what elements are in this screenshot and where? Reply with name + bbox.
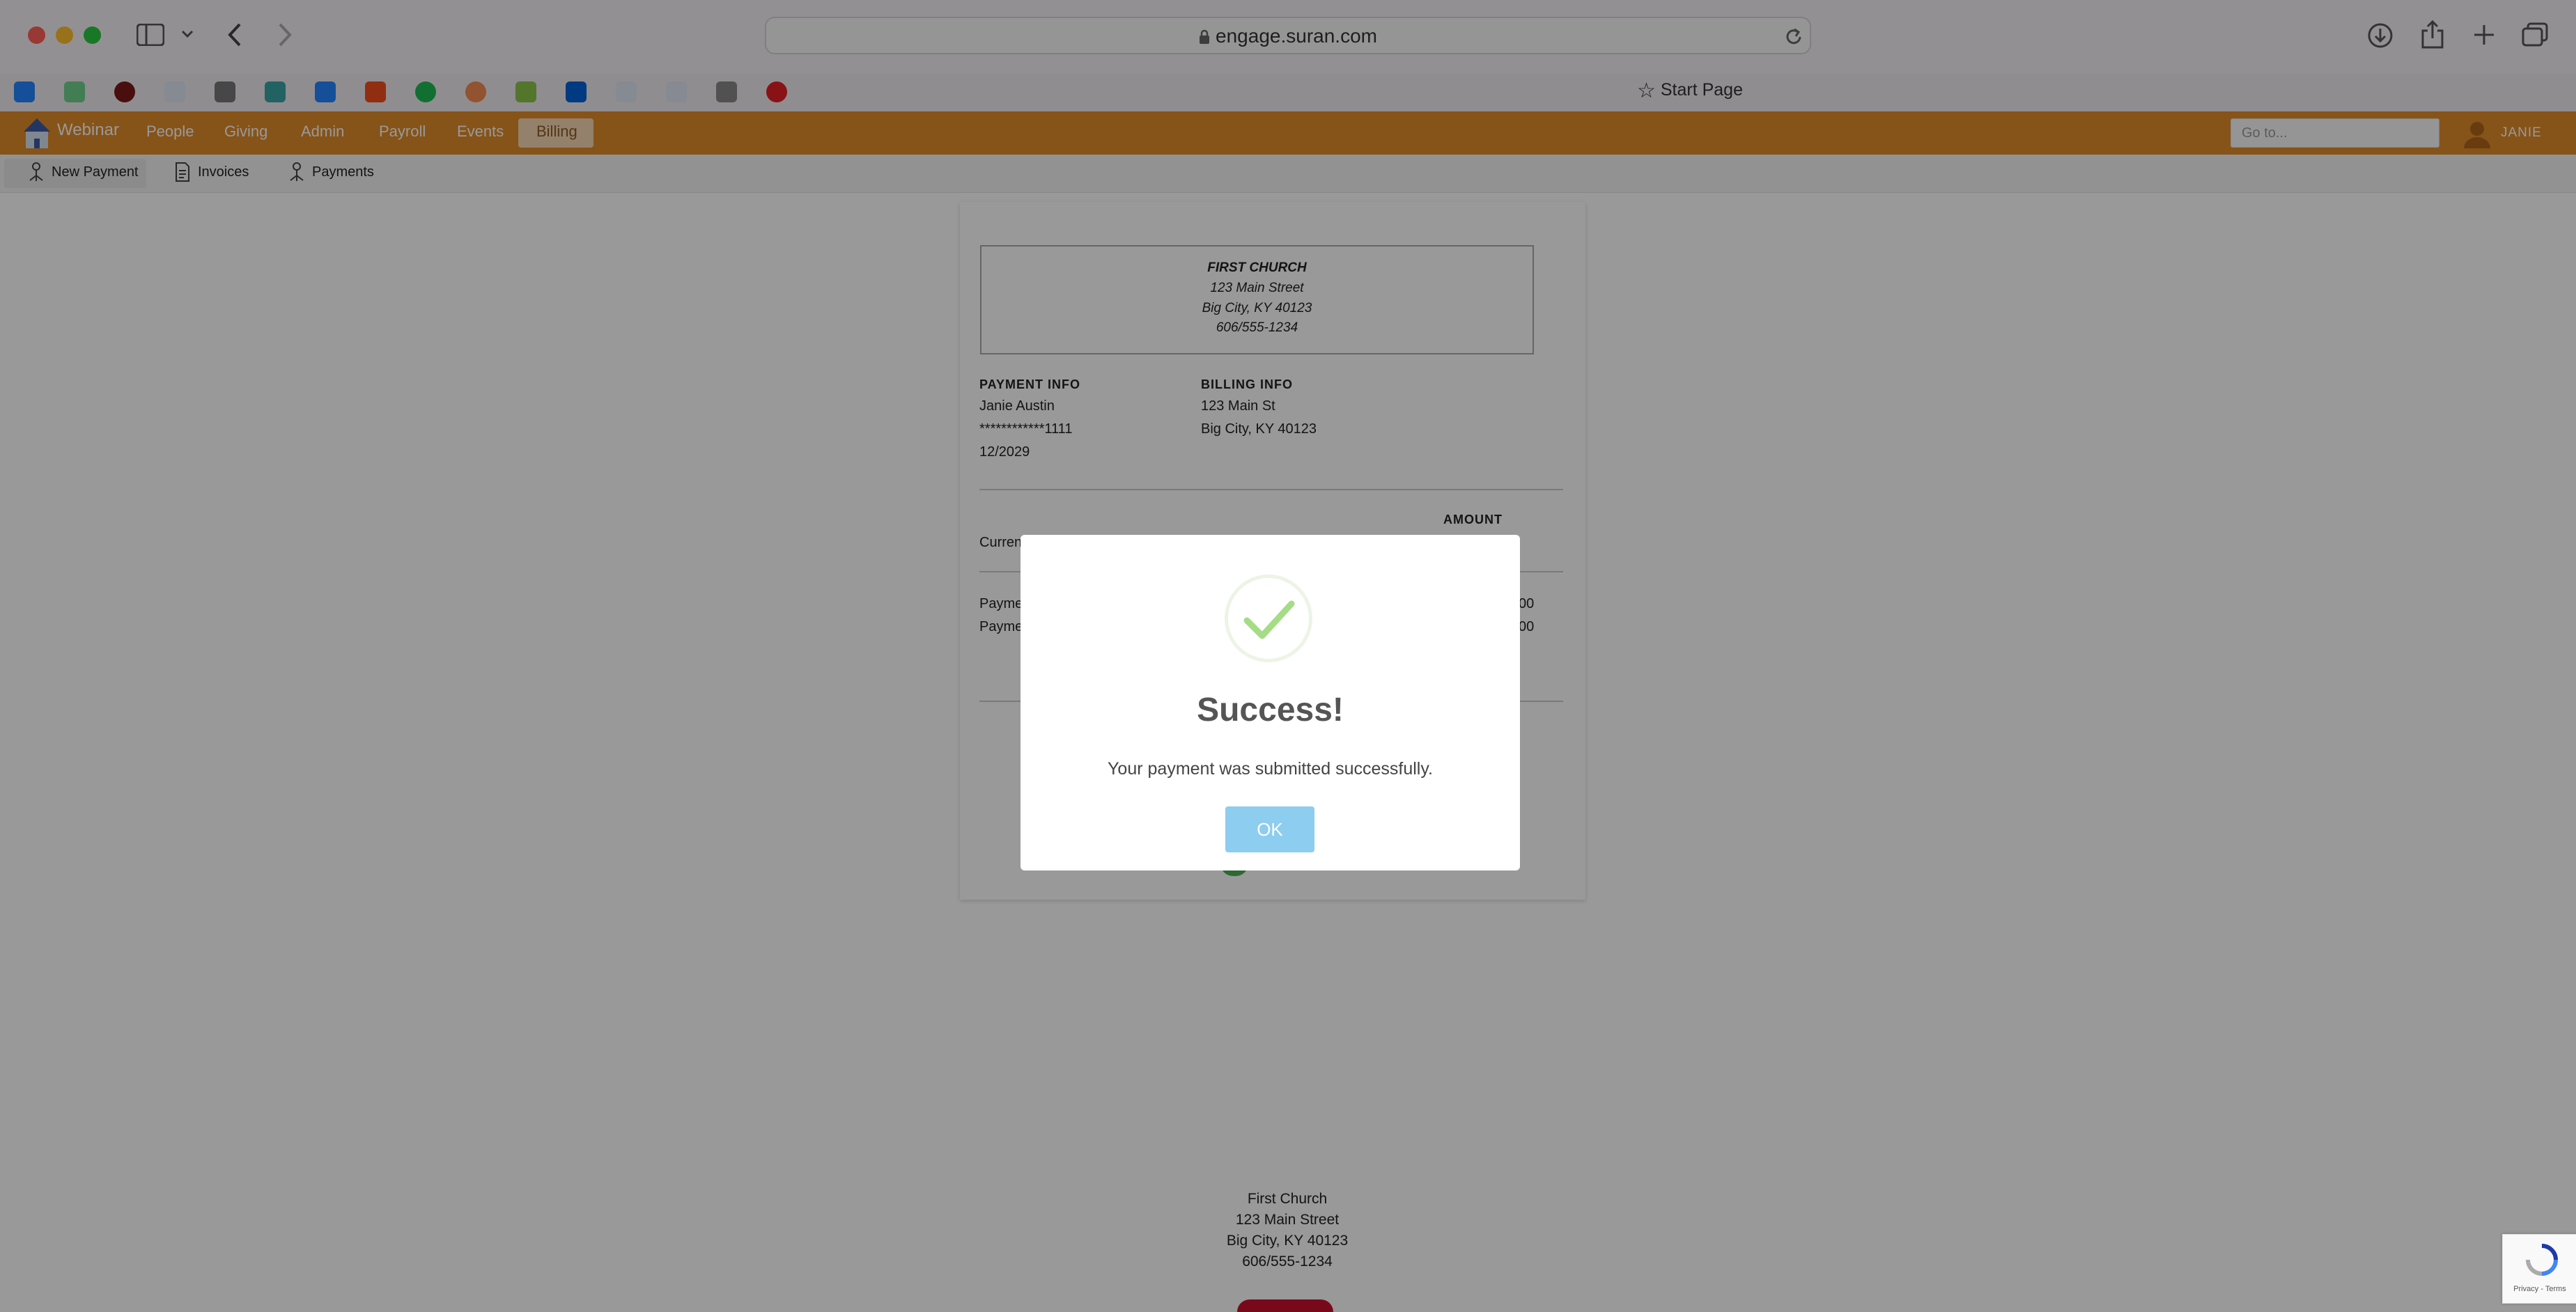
dialog-message: Your payment was submitted successfully. <box>1108 759 1433 779</box>
recaptcha-icon <box>2526 1244 2558 1276</box>
dialog-title: Success! <box>1197 692 1344 728</box>
success-check-icon <box>1243 600 1295 639</box>
recaptcha-badge[interactable]: Privacy - Terms <box>2502 1234 2576 1304</box>
ok-button[interactable]: OK <box>1225 806 1314 852</box>
recaptcha-links[interactable]: Privacy - Terms <box>2504 1285 2575 1293</box>
